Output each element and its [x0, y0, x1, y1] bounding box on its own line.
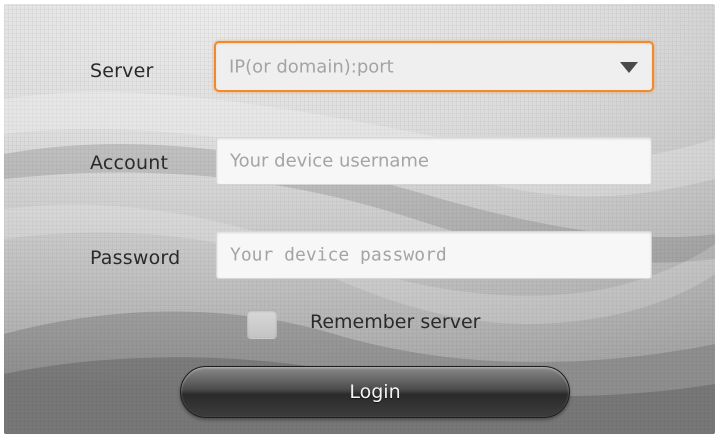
password-placeholder: Your device password [230, 244, 447, 266]
remember-server-checkbox[interactable] [247, 310, 277, 338]
password-label: Password [90, 247, 181, 269]
login-screen: Server IP(or domain):port Account Your d… [4, 4, 715, 434]
server-placeholder: IP(or domain):port [229, 56, 394, 77]
login-button-label: Login [349, 381, 401, 403]
password-input[interactable]: Your device password [216, 231, 652, 279]
chevron-down-icon[interactable] [620, 61, 638, 73]
login-button[interactable]: Login [180, 366, 570, 418]
server-dropdown[interactable]: IP(or domain):port [214, 41, 654, 92]
account-placeholder: Your device username [230, 150, 429, 172]
account-label: Account [90, 152, 169, 174]
remember-server-label[interactable]: Remember server [310, 311, 481, 333]
server-label: Server [90, 60, 154, 82]
account-input[interactable]: Your device username [216, 137, 652, 185]
